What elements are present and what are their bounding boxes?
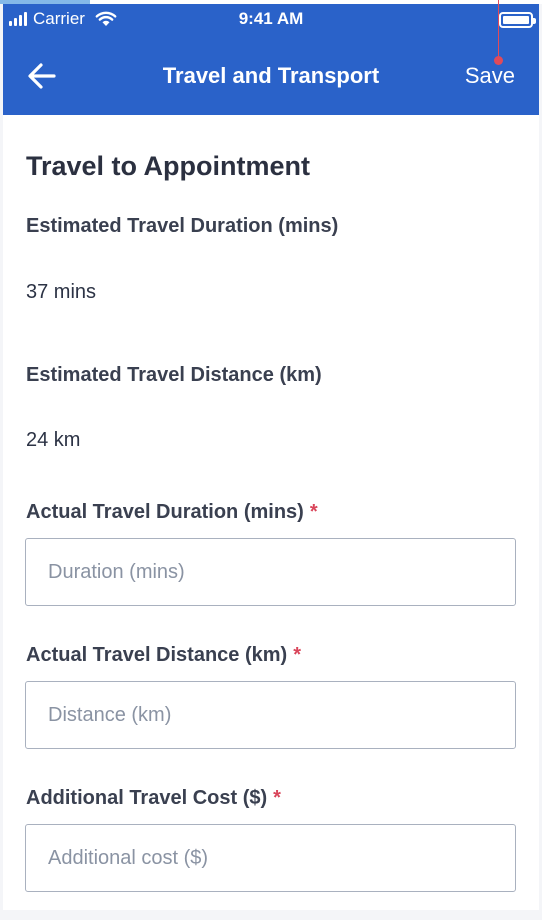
required-mark: * (293, 644, 302, 666)
estimated-distance-label: Estimated Travel Distance (km) (26, 364, 322, 386)
additional-cost-input[interactable] (25, 824, 516, 892)
form-content: Travel to Appointment Estimated Travel D… (3, 115, 539, 910)
actual-duration-label-text: Actual Travel Duration (mins) (26, 501, 304, 523)
page-title: Travel and Transport (162, 63, 380, 88)
required-mark: * (273, 787, 281, 809)
save-button[interactable]: Save (465, 63, 515, 89)
status-time: 9:41 AM (238, 9, 304, 28)
distance-input[interactable] (25, 681, 516, 749)
additional-cost-label-text: Additional Travel Cost ($) (26, 787, 268, 809)
annotation-line (498, 0, 499, 60)
header: Carrier 9:41 AM Travel and Transport Sav… (3, 4, 539, 115)
actual-duration-label: Actual Travel Duration (mins) * (26, 501, 318, 524)
battery-icon (499, 12, 536, 28)
actual-distance-label-text: Actual Travel Distance (km) (26, 644, 288, 666)
estimated-distance-value: 24 km (26, 429, 81, 451)
duration-input[interactable] (25, 538, 516, 606)
section-title: Travel to Appointment (26, 151, 311, 181)
screen: Carrier 9:41 AM Travel and Transport Sav… (0, 0, 542, 920)
additional-cost-label: Additional Travel Cost ($) * (26, 787, 281, 810)
estimated-duration-label: Estimated Travel Duration (mins) (26, 215, 339, 237)
status-bar: Carrier 9:41 AM (3, 4, 539, 38)
required-mark: * (309, 501, 318, 523)
estimated-duration-value: 37 mins (26, 281, 97, 303)
annotation-dot (494, 56, 503, 65)
actual-distance-label: Actual Travel Distance (km) * (26, 644, 301, 667)
nav-bar: Travel and Transport Save (3, 44, 539, 108)
